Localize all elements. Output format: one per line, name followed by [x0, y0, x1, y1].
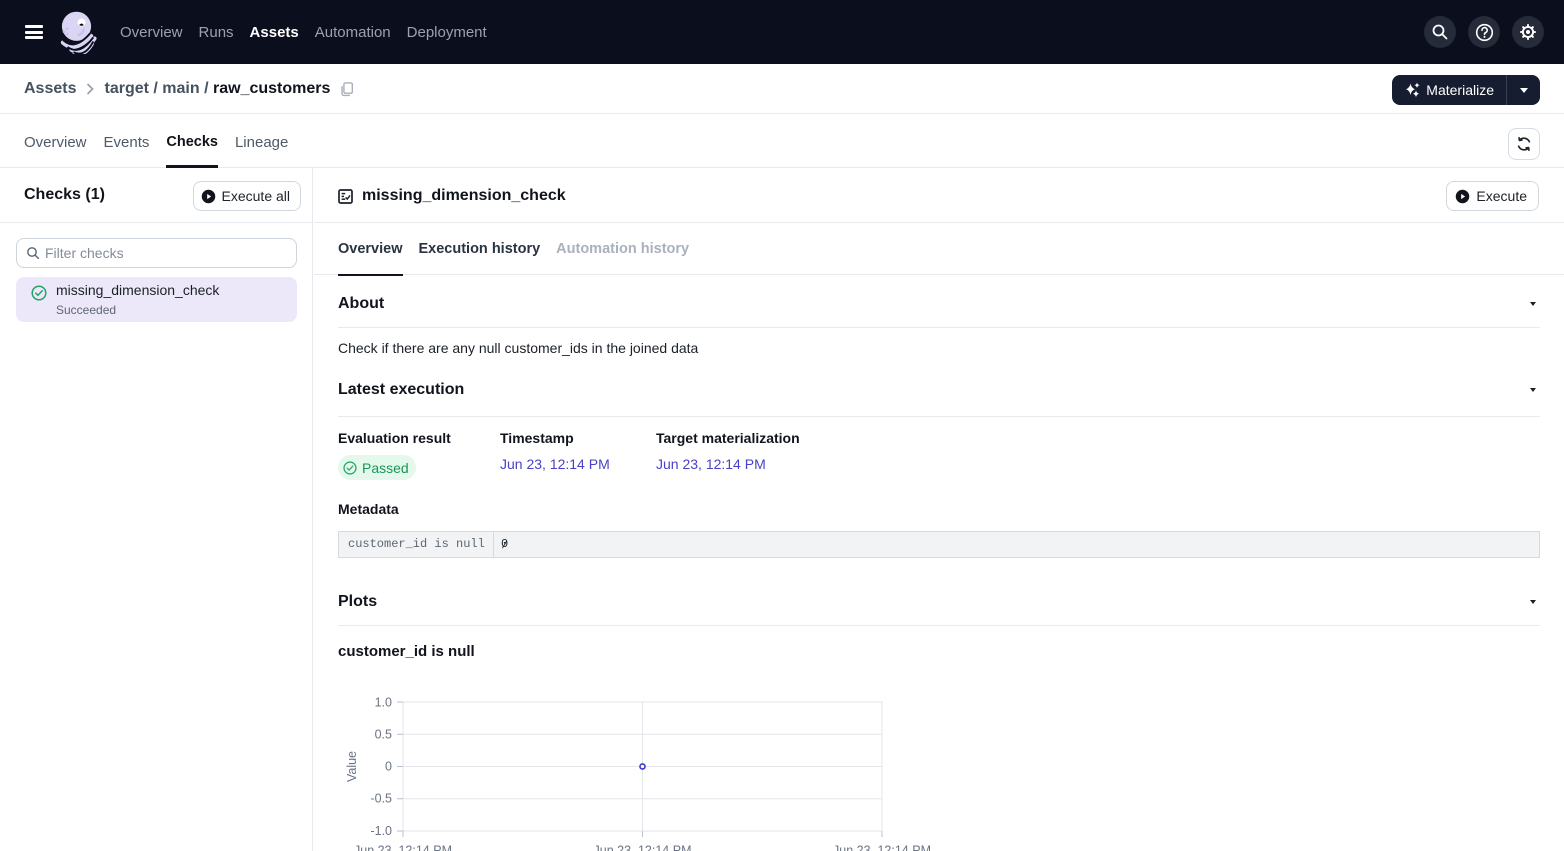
svg-text:-1.0: -1.0 [370, 824, 392, 838]
svg-text:Jun 23, 12:14 PM: Jun 23, 12:14 PM [594, 844, 692, 851]
svg-text:0: 0 [385, 760, 392, 774]
svg-text:Value: Value [345, 751, 359, 782]
svg-text:-0.5: -0.5 [370, 792, 392, 806]
svg-text:1.0: 1.0 [375, 697, 392, 710]
svg-text:Jun 23, 12:14 PM: Jun 23, 12:14 PM [354, 844, 452, 851]
svg-text:Jun 23, 12:14 PM: Jun 23, 12:14 PM [833, 844, 931, 851]
svg-text:0.5: 0.5 [375, 728, 392, 742]
